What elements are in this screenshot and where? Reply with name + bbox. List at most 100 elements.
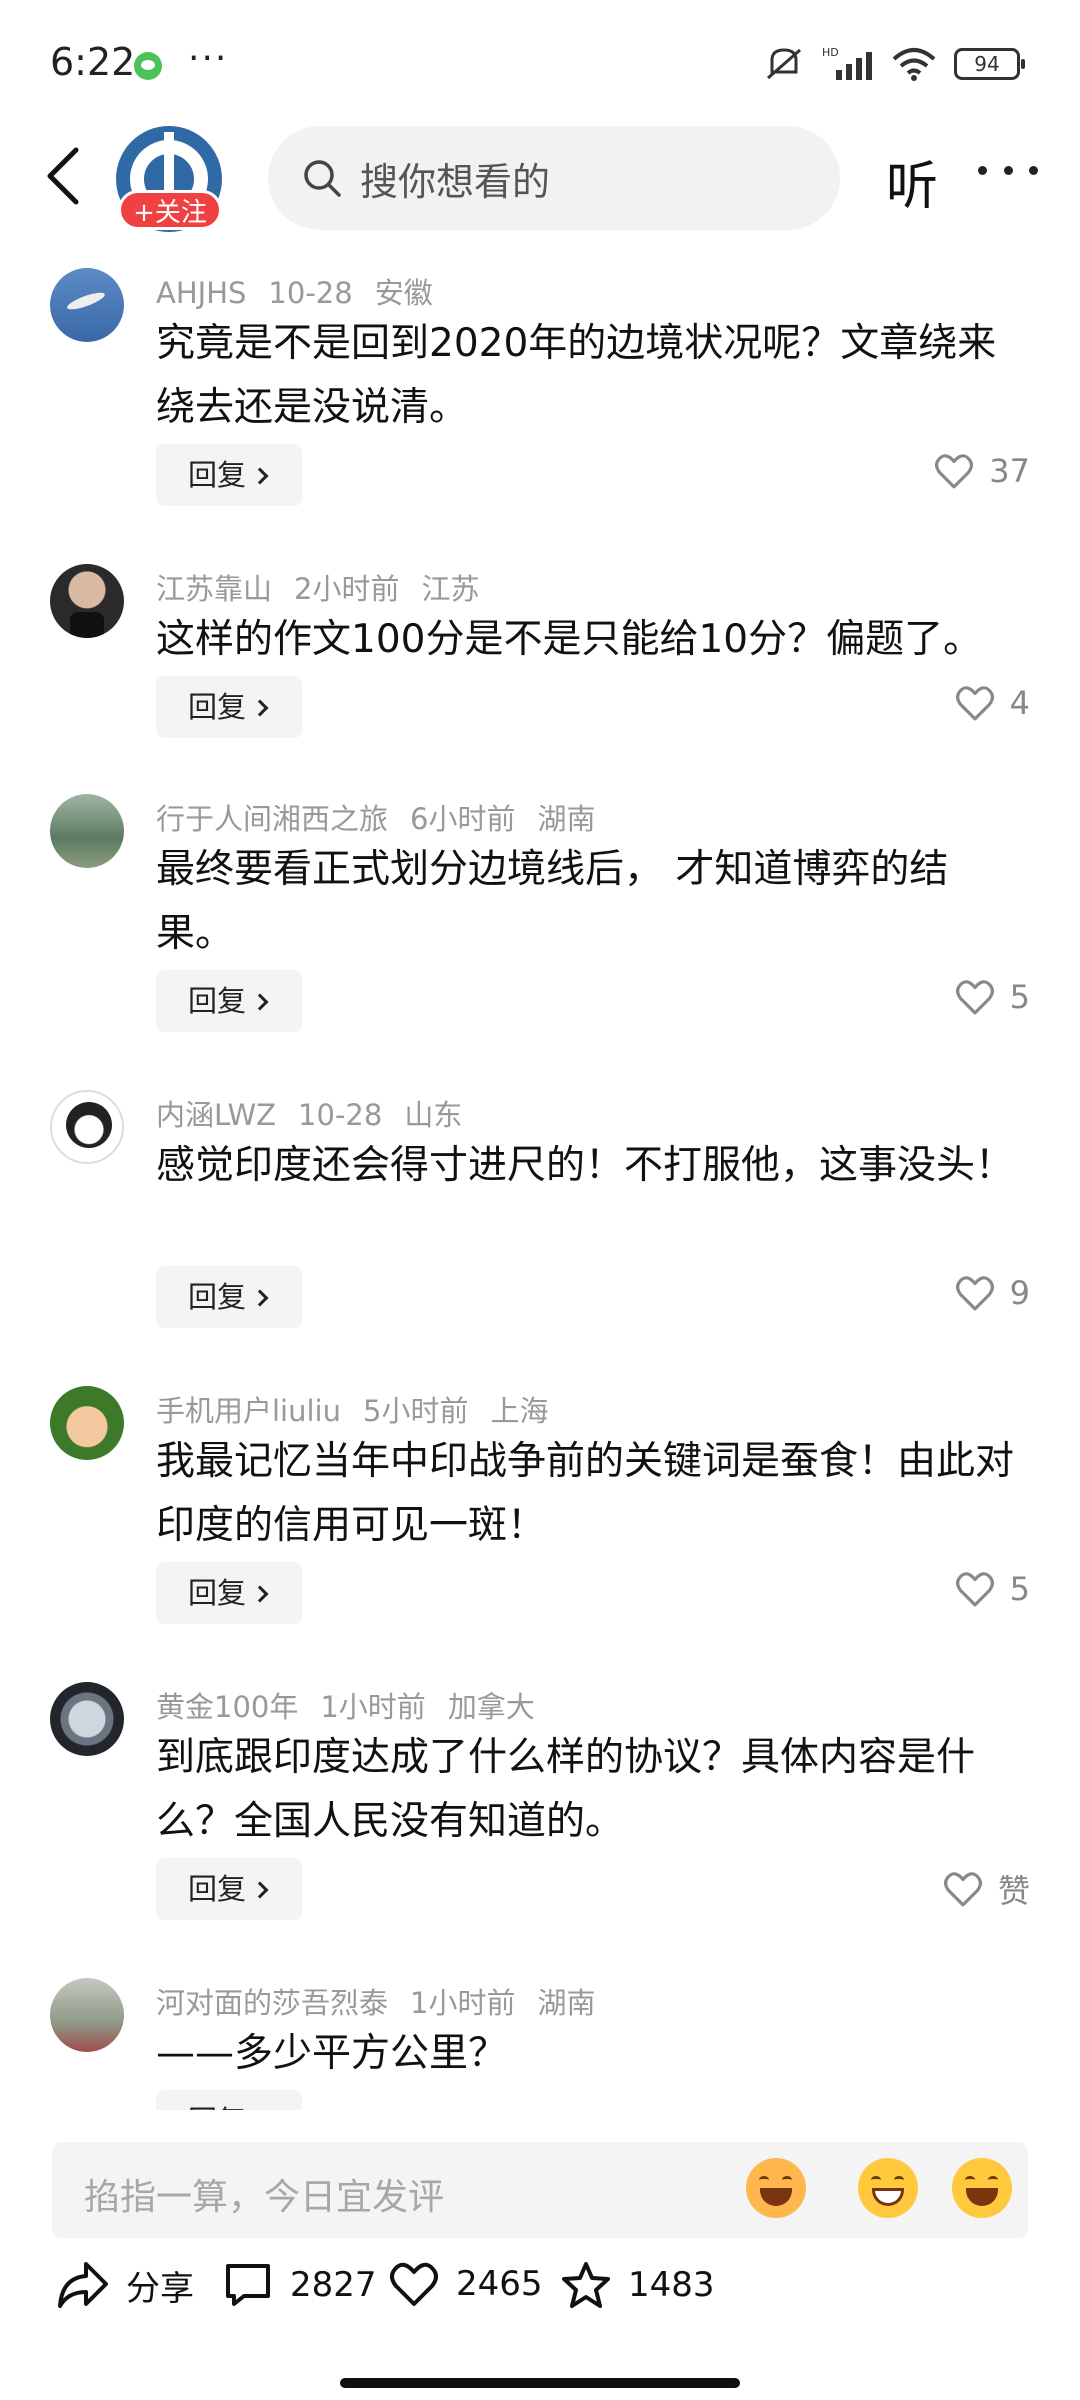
chevron-right-icon bbox=[251, 1289, 269, 1307]
comment-like-button[interactable]: 5 bbox=[954, 978, 1030, 1016]
comment-username[interactable]: 黄金100年 bbox=[156, 1690, 298, 1724]
status-more-notifications: ··· bbox=[188, 38, 229, 79]
comment-meta: 黄金100年 1小时前 加拿大 bbox=[156, 1684, 557, 1726]
user-avatar[interactable] bbox=[50, 1090, 124, 1164]
comment-meta: 内涵LWZ 10-28 山东 bbox=[156, 1092, 484, 1134]
share-button[interactable]: 分享 bbox=[56, 2260, 194, 2310]
user-avatar[interactable] bbox=[50, 564, 124, 638]
comment-text: 最终要看正式划分边境线后， 才知道博弈的结果。 bbox=[156, 847, 949, 956]
battery-indicator: 94 bbox=[954, 48, 1025, 80]
heart-icon bbox=[955, 980, 994, 1015]
comment-count-button[interactable]: 2827 bbox=[222, 2260, 377, 2310]
wechat-notification-icon bbox=[134, 52, 162, 80]
comment-item[interactable]: 黄金100年 1小时前 加拿大到底跟印度达成了什么样的协议？具体内容是什么？全国人民… bbox=[0, 1664, 1080, 1960]
comment-like-button[interactable]: 赞 bbox=[942, 1866, 1030, 1912]
reply-label: 回复 bbox=[188, 458, 247, 492]
grin-emoji-icon[interactable] bbox=[858, 2158, 918, 2218]
comment-text: 究竟是不是回到2020年的边境状况呢？文章绕来绕去还是没说清。 bbox=[156, 321, 997, 430]
status-icons: HD 94 bbox=[764, 46, 1025, 82]
comment-text: 感觉印度还会得寸进尺的！不打服他，这事没头！ bbox=[156, 1143, 1015, 1188]
comment-like-button[interactable]: 4 bbox=[954, 684, 1030, 722]
comment-item[interactable]: AHJHS 10-28 安徽究竟是不是回到2020年的边境状况呢？文章绕来绕去还是没… bbox=[0, 250, 1080, 546]
signal-icon: HD bbox=[822, 46, 872, 80]
share-label: 分享 bbox=[126, 2268, 194, 2309]
user-avatar[interactable] bbox=[50, 794, 124, 868]
comment-item[interactable]: 手机用户liuliu 5小时前 上海 我最记忆当年中印战争前的关键词是蚕食！由此对印度… bbox=[0, 1368, 1080, 1664]
comment-like-count: 9 bbox=[1009, 1274, 1030, 1312]
comment-username[interactable]: 河对面的莎吾烈泰 bbox=[156, 1986, 388, 2020]
chevron-right-icon bbox=[251, 467, 269, 485]
reply-button[interactable]: 回复 bbox=[156, 1266, 302, 1328]
chevron-right-icon bbox=[251, 993, 269, 1011]
listen-button[interactable]: 听 bbox=[886, 144, 938, 219]
back-arrow-icon[interactable] bbox=[42, 144, 86, 208]
comment-location: 加拿大 bbox=[447, 1690, 535, 1724]
comment-like-count: 5 bbox=[1009, 1570, 1030, 1608]
favorite-button[interactable]: 1483 bbox=[560, 2260, 715, 2310]
comment-time: 1小时前 bbox=[410, 1986, 516, 2020]
reply-button[interactable]: 回复 bbox=[156, 444, 302, 506]
comment-meta: AHJHS 10-28 安徽 bbox=[156, 270, 455, 312]
heart-icon bbox=[935, 454, 974, 489]
mute-icon bbox=[767, 48, 801, 80]
comment-meta: 行于人间湘西之旅 6小时前 湖南 bbox=[156, 796, 617, 838]
comment-list[interactable]: AHJHS 10-28 安徽究竟是不是回到2020年的边境状况呢？文章绕来绕去还是没… bbox=[0, 250, 1080, 2110]
comment-like-button[interactable]: 9 bbox=[954, 1274, 1030, 1312]
chevron-right-icon bbox=[251, 699, 269, 717]
home-indicator[interactable] bbox=[340, 2378, 740, 2388]
user-avatar[interactable] bbox=[50, 1386, 124, 1460]
comment-username[interactable]: 行于人间湘西之旅 bbox=[156, 802, 388, 836]
laugh-emoji-icon[interactable] bbox=[952, 2158, 1012, 2218]
reply-button[interactable]: 回复 bbox=[156, 676, 302, 738]
comment-item[interactable]: 江苏靠山 2小时前 江苏这样的作文100分是不是只能给10分？偏题了。回复 4 bbox=[0, 546, 1080, 776]
article-comments-screen: 6:22 ··· HD 94 +关注 搜你想看的 听 AHJHS 10-28 安… bbox=[0, 0, 1080, 2400]
comment-input[interactable]: 掐指一算，今日宜发评 bbox=[52, 2142, 1028, 2238]
reply-button[interactable]: 回复 bbox=[156, 1858, 302, 1920]
star-icon bbox=[562, 2262, 610, 2308]
follow-button[interactable]: +关注 bbox=[118, 190, 222, 230]
search-icon bbox=[304, 160, 341, 197]
comment-text: 这样的作文100分是不是只能给10分？偏题了。 bbox=[156, 617, 983, 662]
comment-text: ——多少平方公里？ bbox=[156, 2031, 508, 2076]
comment-username[interactable]: AHJHS bbox=[156, 276, 246, 310]
comment-username[interactable]: 内涵LWZ bbox=[156, 1098, 276, 1132]
comment-location: 江苏 bbox=[421, 572, 480, 606]
search-bar[interactable]: 搜你想看的 bbox=[268, 126, 840, 230]
share-icon bbox=[58, 2262, 108, 2308]
comment-time: 10-28 bbox=[298, 1098, 383, 1132]
comment-like-count: 5 bbox=[1009, 978, 1030, 1016]
comment-username[interactable]: 手机用户liuliu bbox=[156, 1394, 341, 1428]
reply-button[interactable]: 回复 bbox=[156, 970, 302, 1032]
heart-icon bbox=[955, 686, 994, 721]
comment-like-count: 37 bbox=[989, 452, 1030, 490]
reply-button[interactable]: 回复 bbox=[156, 2090, 302, 2110]
comment-text: 到底跟印度达成了什么样的协议？具体内容是什么？全国人民没有知道的。 bbox=[156, 1735, 976, 1844]
comment-meta: 江苏靠山 2小时前 江苏 bbox=[156, 566, 501, 608]
favorite-count: 1483 bbox=[628, 2265, 715, 2305]
comment-time: 6小时前 bbox=[410, 802, 516, 836]
comment-like-button[interactable]: 5 bbox=[954, 1570, 1030, 1608]
more-options-icon[interactable] bbox=[978, 160, 1038, 180]
reply-label: 回复 bbox=[188, 984, 247, 1018]
comment-username[interactable]: 江苏靠山 bbox=[156, 572, 272, 606]
heart-icon bbox=[955, 1572, 994, 1607]
reply-label: 回复 bbox=[188, 1280, 247, 1314]
comment-meta: 手机用户liuliu 5小时前 上海 bbox=[156, 1388, 570, 1430]
user-avatar[interactable] bbox=[50, 1978, 124, 2052]
like-count: 2465 bbox=[456, 2264, 543, 2304]
comment-location: 山东 bbox=[404, 1098, 463, 1132]
comment-time: 1小时前 bbox=[320, 1690, 426, 1724]
comment-item[interactable]: 内涵LWZ 10-28 山东感觉印度还会得寸进尺的！不打服他，这事没头！ 回复 9 bbox=[0, 1072, 1080, 1368]
laugh-cry-emoji-icon[interactable] bbox=[746, 2158, 806, 2218]
comment-like-button[interactable]: 37 bbox=[933, 452, 1030, 490]
user-avatar[interactable] bbox=[50, 268, 124, 342]
reply-button[interactable]: 回复 bbox=[156, 1562, 302, 1624]
status-bar: 6:22 ··· HD 94 bbox=[0, 0, 1080, 130]
bottom-bar: 掐指一算，今日宜发评 分享 2827 2465 1483 bbox=[0, 2110, 1080, 2400]
user-avatar[interactable] bbox=[50, 1682, 124, 1756]
like-button[interactable]: 2465 bbox=[388, 2260, 543, 2308]
comment-item[interactable]: 河对面的莎吾烈泰 1小时前湖南 ——多少平方公里？ 回复 bbox=[0, 1960, 1080, 2110]
comment-item[interactable]: 行于人间湘西之旅 6小时前 湖南 最终要看正式划分边境线后， 才知道博弈的结果。 回复 5 bbox=[0, 776, 1080, 1072]
chevron-right-icon bbox=[251, 1585, 269, 1603]
heart-icon bbox=[390, 2262, 438, 2306]
